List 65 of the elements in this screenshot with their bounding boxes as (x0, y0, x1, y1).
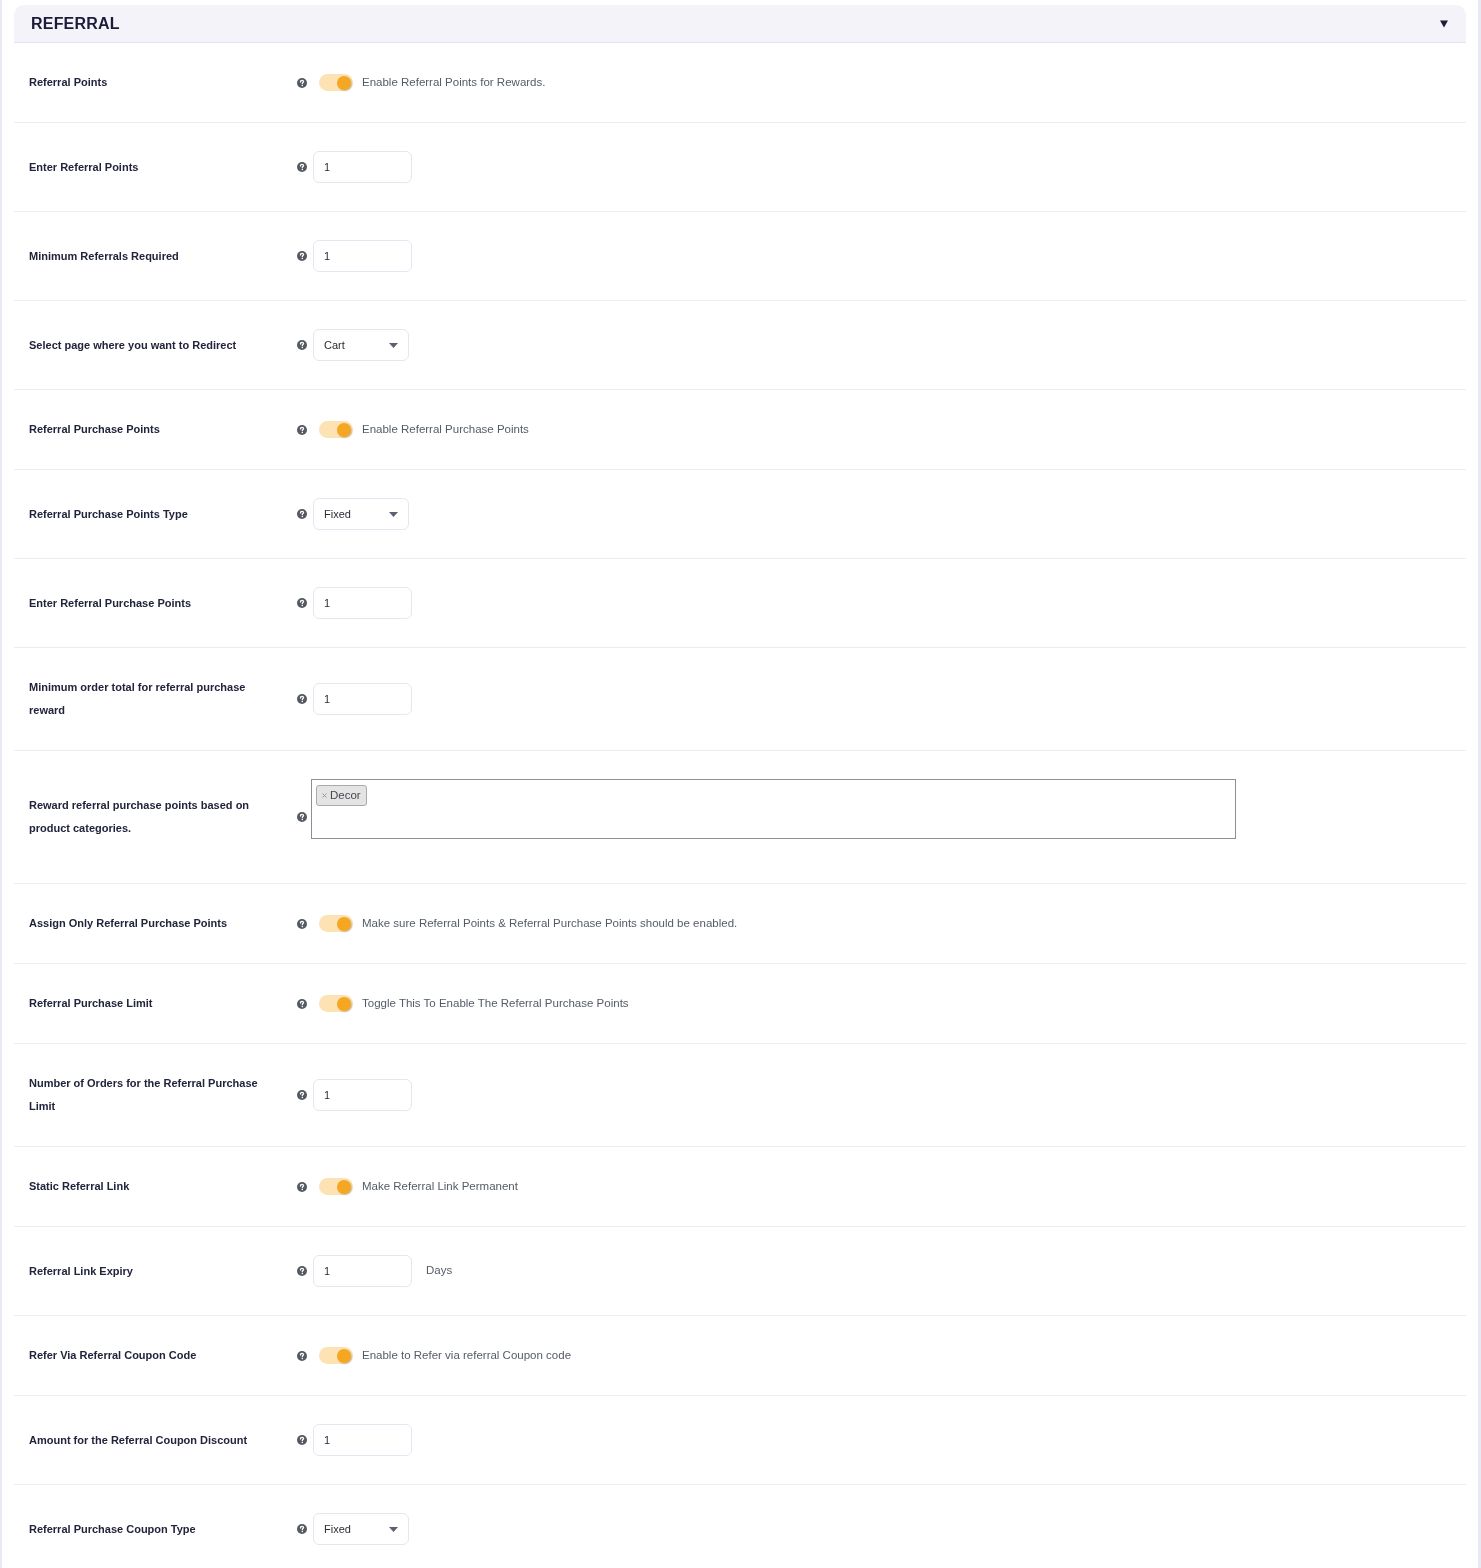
help-icon[interactable] (297, 812, 307, 822)
unit-label: Days (426, 1263, 453, 1279)
toggle-switch[interactable] (319, 1178, 353, 1195)
number-field[interactable]: 1 (313, 151, 412, 183)
select-dropdown[interactable]: Fixed (313, 498, 409, 530)
setting-label: Referral Purchase Coupon Type (29, 1521, 197, 1537)
select-dropdown[interactable]: Cart (313, 329, 409, 361)
setting-label: Minimum Referrals Required (29, 248, 180, 264)
section-title: REFERRAL (31, 13, 120, 34)
number-field[interactable]: 1 (313, 1079, 412, 1111)
category-multiselect[interactable]: Decor (311, 779, 1236, 839)
toggle-switch[interactable] (319, 1347, 353, 1364)
toggle-switch[interactable] (319, 74, 353, 91)
caret-down-icon (389, 1526, 398, 1532)
setting-label: Number of Orders for the Referral Purchase Limit (29, 1076, 259, 1114)
help-icon[interactable] (297, 1090, 307, 1100)
help-icon[interactable] (297, 918, 307, 929)
help-icon[interactable] (297, 251, 307, 261)
toggle-description: Toggle This To Enable The Referral Purchase Points (362, 996, 629, 1011)
select-dropdown[interactable]: Fixed (313, 1513, 409, 1545)
caret-down-icon (389, 342, 398, 348)
number-field[interactable]: 1 (313, 1255, 412, 1287)
category-tag[interactable]: Decor (316, 785, 367, 806)
number-field[interactable]: 1 (313, 1424, 412, 1456)
setting-label: Referral Purchase Points Type (29, 506, 189, 522)
help-icon[interactable] (297, 998, 307, 1009)
setting-label: Enter Referral Points (29, 159, 140, 175)
setting-label: Reward referral purchase points based on product categories. (29, 798, 251, 836)
help-icon[interactable] (297, 340, 307, 350)
toggle-description: Make Referral Link Permanent (362, 1179, 518, 1194)
number-field[interactable]: 1 (313, 587, 412, 619)
caret-down-icon[interactable] (1440, 19, 1448, 28)
help-icon[interactable] (297, 1266, 307, 1276)
toggle-description: Enable to Refer via referral Coupon code (362, 1348, 572, 1363)
setting-label: Referral Purchase Points (29, 422, 161, 437)
setting-label: Amount for the Referral Coupon Discount (29, 1432, 249, 1448)
toggle-description: Make sure Referral Points & Referral Purchase Points should be enabled. (362, 916, 738, 931)
setting-label: Refer Via Referral Coupon Code (29, 1348, 198, 1363)
section-header[interactable]: REFERRAL (14, 5, 1466, 43)
number-field[interactable]: 1 (313, 683, 412, 715)
toggle-description: Enable Referral Points for Rewards. (362, 75, 546, 90)
help-icon[interactable] (297, 694, 307, 704)
setting-label: Static Referral Link (29, 1179, 131, 1194)
toggle-description: Enable Referral Purchase Points (362, 422, 529, 437)
toggle-switch[interactable] (319, 995, 353, 1012)
help-icon[interactable] (297, 77, 307, 88)
help-icon[interactable] (297, 162, 307, 172)
toggle-switch[interactable] (319, 421, 353, 438)
setting-label: Select page where you want to Redirect (29, 337, 238, 353)
caret-down-icon (389, 511, 398, 517)
help-icon[interactable] (297, 1524, 307, 1534)
setting-label: Minimum order total for referral purchase reward (29, 680, 247, 718)
setting-label: Enter Referral Purchase Points (29, 595, 192, 611)
toggle-switch[interactable] (319, 915, 353, 932)
help-icon[interactable] (297, 1350, 307, 1361)
help-icon[interactable] (297, 598, 307, 608)
help-icon[interactable] (297, 424, 307, 435)
number-field[interactable]: 1 (313, 240, 412, 272)
help-icon[interactable] (297, 1181, 307, 1192)
setting-label: Referral Link Expiry (29, 1263, 134, 1279)
setting-label: Referral Points (29, 75, 109, 90)
setting-label: Referral Purchase Limit (29, 996, 154, 1011)
help-icon[interactable] (297, 509, 307, 519)
setting-label: Assign Only Referral Purchase Points (29, 916, 229, 931)
help-icon[interactable] (297, 1435, 307, 1445)
